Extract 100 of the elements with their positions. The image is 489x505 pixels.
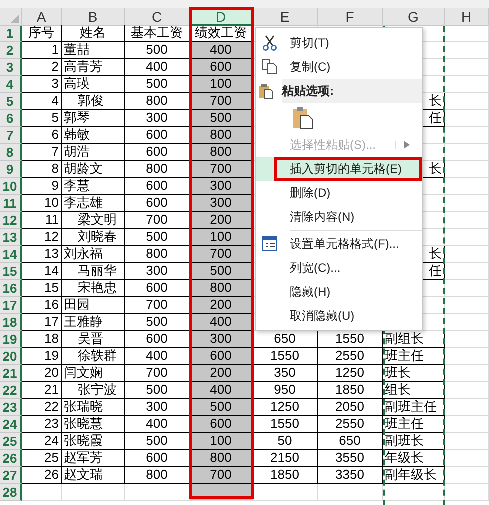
table-cell: 600 — [125, 331, 190, 348]
column-header[interactable]: E — [253, 8, 318, 26]
column-header[interactable]: G — [383, 8, 445, 26]
table-cell: 600 — [125, 280, 190, 297]
row-header[interactable]: 21 — [0, 365, 22, 382]
column-header[interactable]: B — [62, 8, 125, 26]
table-cell: 300 — [190, 178, 253, 195]
row-header[interactable]: 20 — [0, 348, 22, 365]
table-cell — [445, 433, 489, 450]
row-header[interactable]: 8 — [0, 144, 22, 161]
row-header[interactable]: 19 — [0, 331, 22, 348]
row-header[interactable]: 24 — [0, 416, 22, 433]
row-header[interactable]: 1 — [0, 25, 22, 42]
table-cell: 400 — [190, 314, 253, 331]
table-cell: 20 — [22, 365, 62, 382]
table-cell: 胡浩 — [62, 144, 125, 161]
menu-item[interactable]: 删除(D) — [256, 181, 422, 205]
menu-item[interactable]: 取消隐藏(U) — [256, 304, 422, 328]
column-header[interactable]: A — [22, 8, 62, 26]
row-header[interactable]: 7 — [0, 127, 22, 144]
table-cell — [445, 450, 489, 467]
table-cell: 3350 — [318, 467, 383, 484]
section-label: 粘贴选项: — [282, 82, 334, 100]
table-cell: 700 — [125, 365, 190, 382]
table-cell: 700 — [125, 297, 190, 314]
table-cell: 500 — [190, 263, 253, 280]
table-cell: 宋艳忠 — [62, 280, 125, 297]
column-header[interactable]: F — [318, 8, 383, 26]
table-cell — [445, 25, 489, 42]
table-cell: 100 — [190, 433, 253, 450]
table-cell: 副年级长 — [383, 467, 445, 484]
column-header[interactable]: H — [445, 8, 489, 26]
table-cell: 950 — [253, 382, 318, 399]
table-cell: 24 — [22, 433, 62, 450]
table-cell: 300 — [190, 331, 253, 348]
submenu-arrow-icon — [404, 141, 410, 149]
table-cell — [22, 484, 62, 501]
row-header[interactable]: 18 — [0, 314, 22, 331]
table-cell: 800 — [190, 127, 253, 144]
menu-item[interactable]: 插入剪切的单元格(E) — [256, 157, 422, 181]
table-cell: 姓名 — [62, 25, 125, 42]
table-cell: 基本工资 — [125, 25, 190, 42]
table-cell: 梁文明 — [62, 212, 125, 229]
row-header[interactable]: 11 — [0, 195, 22, 212]
row-header[interactable]: 22 — [0, 382, 22, 399]
table-cell: 500 — [125, 76, 190, 93]
table-cell: 1250 — [318, 365, 383, 382]
table-cell: 闫文娴 — [62, 365, 125, 382]
table-cell — [62, 484, 125, 501]
row-header[interactable]: 23 — [0, 399, 22, 416]
row-header[interactable]: 27 — [0, 467, 22, 484]
table-cell: 300 — [125, 263, 190, 280]
row-header[interactable]: 26 — [0, 450, 22, 467]
table-cell — [445, 144, 489, 161]
table-cell: 副班长 — [383, 433, 445, 450]
table-cell — [445, 195, 489, 212]
table-cell: 郭琴 — [62, 110, 125, 127]
row-header[interactable]: 14 — [0, 246, 22, 263]
table-cell: 400 — [125, 59, 190, 76]
row-header[interactable]: 10 — [0, 178, 22, 195]
table-cell: 董喆 — [62, 42, 125, 59]
table-cell: 100 — [190, 76, 253, 93]
menu-item[interactable]: 剪切(T) — [256, 31, 422, 55]
row-header[interactable]: 4 — [0, 76, 22, 93]
paste-icon[interactable] — [292, 106, 314, 130]
table-cell: 400 — [125, 416, 190, 433]
table-cell: 14 — [22, 263, 62, 280]
table-cell: 600 — [125, 127, 190, 144]
table-cell: 1550 — [253, 416, 318, 433]
table-cell: 500 — [125, 229, 190, 246]
row-header[interactable]: 16 — [0, 280, 22, 297]
table-cell: 7 — [22, 144, 62, 161]
row-header[interactable]: 3 — [0, 59, 22, 76]
row-header[interactable]: 2 — [0, 42, 22, 59]
menu-item[interactable]: 清除内容(N) — [256, 205, 422, 229]
row-header[interactable]: 17 — [0, 297, 22, 314]
table-cell: 800 — [125, 467, 190, 484]
table-cell: 组长 — [383, 382, 445, 399]
menu-item[interactable]: 复制(C) — [256, 55, 422, 79]
row-header[interactable]: 25 — [0, 433, 22, 450]
table-cell — [445, 399, 489, 416]
row-header[interactable]: 15 — [0, 263, 22, 280]
table-cell: 600 — [190, 416, 253, 433]
row-header[interactable]: 12 — [0, 212, 22, 229]
row-header[interactable]: 13 — [0, 229, 22, 246]
table-cell — [445, 365, 489, 382]
column-header[interactable]: C — [125, 8, 190, 26]
table-cell: 10 — [22, 195, 62, 212]
menu-item[interactable]: 隐藏(H) — [256, 280, 422, 304]
table-cell — [253, 484, 318, 501]
row-header[interactable]: 28 — [0, 484, 22, 501]
row-header[interactable]: 6 — [0, 110, 22, 127]
table-cell — [445, 229, 489, 246]
table-cell: 赵军芳 — [62, 450, 125, 467]
table-cell — [445, 42, 489, 59]
table-cell — [445, 263, 489, 280]
row-header[interactable]: 9 — [0, 161, 22, 178]
table-cell: 班长 — [383, 365, 445, 382]
row-header[interactable]: 5 — [0, 93, 22, 110]
table-cell — [445, 467, 489, 484]
